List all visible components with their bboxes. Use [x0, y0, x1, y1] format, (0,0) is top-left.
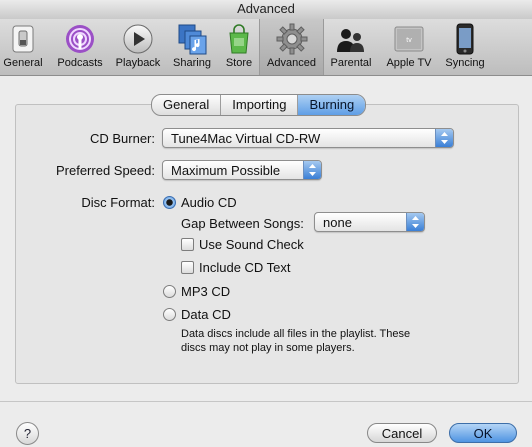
- preferences-tabs: General Importing Burning: [151, 94, 367, 116]
- iphone-icon: [456, 23, 474, 55]
- toolbar-item-podcasts[interactable]: Podcasts: [52, 19, 108, 75]
- apple-tv-icon: tv: [394, 26, 424, 52]
- toolbar-item-playback[interactable]: Playback: [112, 19, 164, 75]
- data-cd-note-line2: discs may not play in some players.: [181, 342, 355, 354]
- toolbar-label-playback: Playback: [115, 57, 161, 69]
- general-switch-icon: [12, 25, 34, 53]
- cd-burner-label: CD Burner:: [89, 131, 155, 146]
- gap-between-songs-value: none: [323, 215, 352, 230]
- toolbar-item-advanced[interactable]: Advanced: [259, 19, 324, 75]
- store-bag-icon: [229, 24, 249, 54]
- gap-between-songs-popup[interactable]: none: [314, 212, 425, 232]
- mp3-cd-label: MP3 CD: [181, 284, 231, 299]
- toolbar-item-parental[interactable]: Parental: [326, 19, 376, 75]
- include-cd-text-label: Include CD Text: [199, 260, 291, 275]
- preferred-speed-value: Maximum Possible: [171, 163, 281, 178]
- data-cd-note-line1: Data discs include all files in the play…: [181, 328, 411, 340]
- cd-burner-popup[interactable]: Tune4Mac Virtual CD-RW: [162, 128, 454, 148]
- popup-arrows-icon: [435, 129, 453, 147]
- toolbar-label-syncing: Syncing: [445, 57, 485, 69]
- footer-divider: [0, 401, 532, 402]
- tab-general[interactable]: General: [152, 95, 222, 115]
- popup-arrows-icon: [406, 213, 424, 231]
- toolbar-item-apple-tv[interactable]: tv Apple TV: [380, 19, 438, 75]
- toolbar-label-apple-tv: Apple TV: [386, 57, 432, 69]
- tab-burning[interactable]: Burning: [298, 95, 366, 115]
- toolbar-label-sharing: Sharing: [173, 57, 211, 69]
- toolbar-item-general[interactable]: General: [0, 19, 46, 75]
- popup-arrows-icon: [303, 161, 321, 179]
- toolbar-label-podcasts: Podcasts: [57, 57, 103, 69]
- audio-cd-radio[interactable]: [163, 196, 176, 209]
- include-cd-text-checkbox[interactable]: [181, 261, 194, 274]
- toolbar-label-advanced: Advanced: [267, 57, 316, 69]
- sharing-icon: [178, 24, 207, 55]
- mp3-cd-radio[interactable]: [163, 285, 176, 298]
- toolbar-label-store: Store: [225, 57, 253, 69]
- playback-icon: [123, 24, 153, 54]
- parental-icon: [337, 29, 364, 52]
- audio-cd-label: Audio CD: [181, 195, 237, 210]
- tab-importing[interactable]: Importing: [221, 95, 299, 115]
- gap-between-songs-label: Gap Between Songs:: [181, 216, 304, 231]
- toolbar-label-general: General: [3, 57, 43, 69]
- disc-format-label: Disc Format:: [81, 195, 155, 210]
- toolbar-item-sharing[interactable]: Sharing: [168, 19, 216, 75]
- preferred-speed-popup[interactable]: Maximum Possible: [162, 160, 322, 180]
- use-sound-check-label: Use Sound Check: [199, 237, 304, 252]
- window-title: Advanced: [0, 0, 532, 19]
- toolbar-item-syncing[interactable]: Syncing: [440, 19, 490, 75]
- cd-burner-value: Tune4Mac Virtual CD-RW: [171, 131, 321, 146]
- gear-icon: [276, 23, 307, 55]
- preferred-speed-label: Preferred Speed:: [55, 163, 155, 178]
- data-cd-label: Data CD: [181, 307, 231, 322]
- toolbar-item-store[interactable]: Store: [220, 19, 258, 75]
- data-cd-radio[interactable]: [163, 308, 176, 321]
- ok-button[interactable]: OK: [449, 423, 517, 443]
- toolbar: General Podcasts Playback Sharing Store …: [0, 19, 532, 76]
- svg-text:tv: tv: [406, 37, 412, 44]
- use-sound-check-checkbox[interactable]: [181, 238, 194, 251]
- podcast-icon: [66, 25, 94, 53]
- help-button[interactable]: ?: [16, 422, 39, 445]
- cancel-button[interactable]: Cancel: [367, 423, 437, 443]
- toolbar-label-parental: Parental: [330, 57, 372, 69]
